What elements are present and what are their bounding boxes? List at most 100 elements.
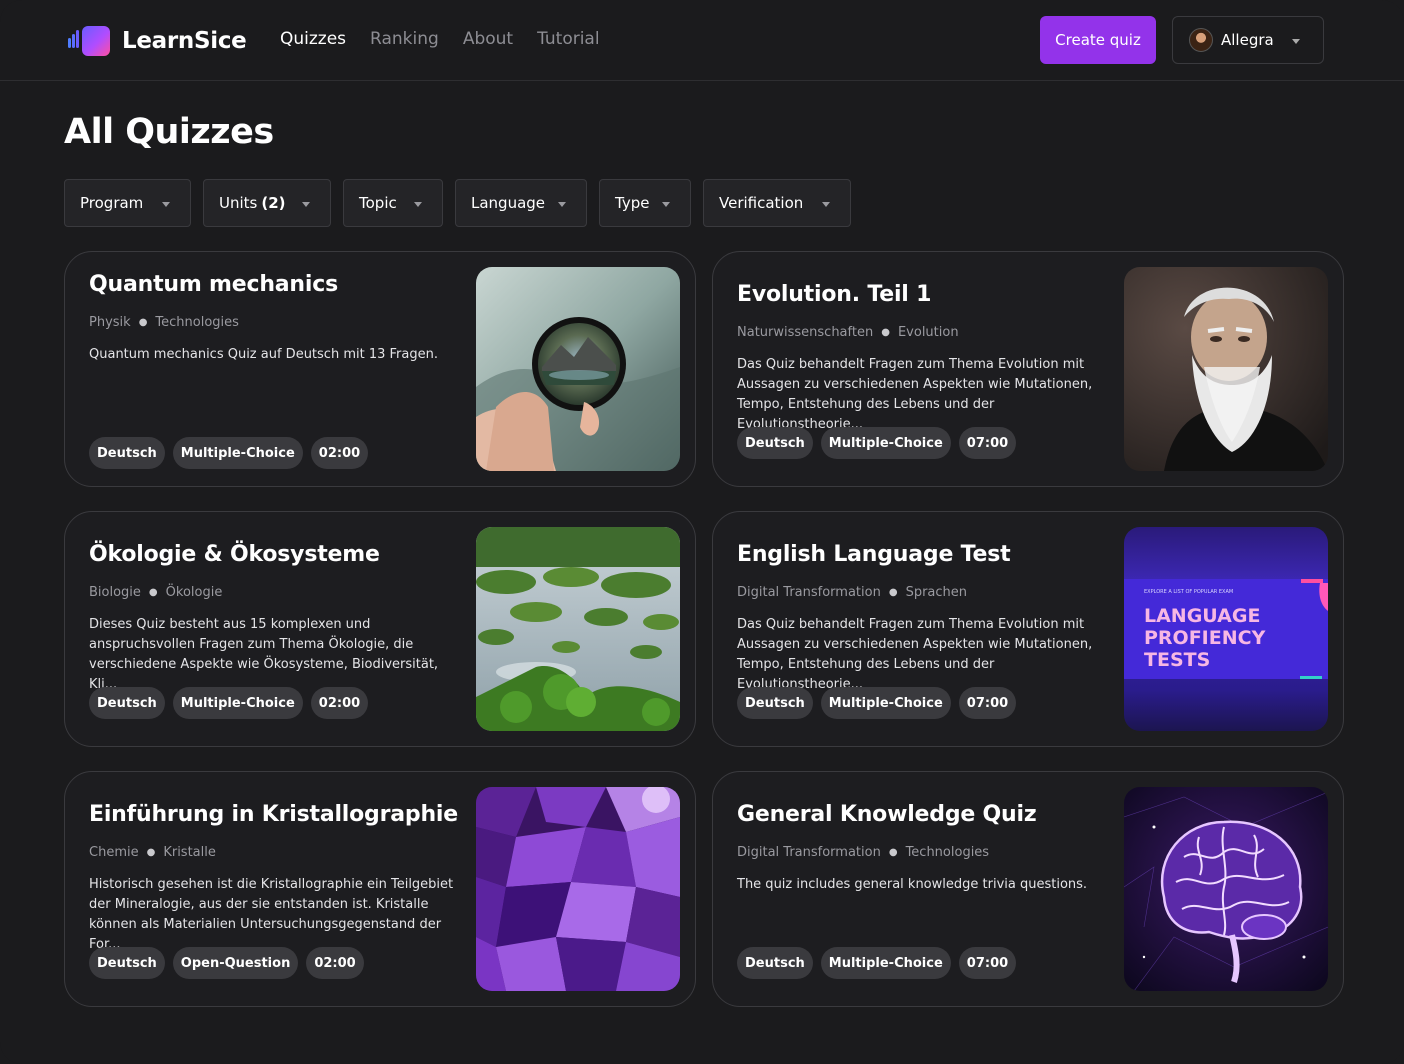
create-quiz-button[interactable]: Create quiz	[1040, 16, 1156, 64]
filter-units[interactable]: Units (2)	[203, 179, 331, 227]
quiz-card[interactable]: English Language Test Digital Transforma…	[712, 511, 1344, 747]
tag-duration: 02:00	[310, 687, 369, 719]
quiz-tags: Deutsch Multiple-Choice 07:00	[737, 427, 1017, 459]
nav-ranking[interactable]: Ranking	[370, 29, 439, 49]
tag-duration: 07:00	[958, 687, 1017, 719]
quiz-title: General Knowledge Quiz	[737, 802, 1037, 827]
quiz-meta: Digital Transformation ● Sprachen	[737, 585, 967, 600]
quiz-meta: Digital Transformation ● Technologies	[737, 845, 989, 860]
filter-verification[interactable]: Verification	[703, 179, 851, 227]
quiz-card[interactable]: Evolution. Teil 1 Naturwissenschaften ● …	[712, 251, 1344, 487]
quiz-meta: Physik ● Technologies	[89, 315, 239, 330]
bullet-icon: ●	[888, 847, 898, 858]
quiz-meta: Naturwissenschaften ● Evolution	[737, 325, 959, 340]
lens-landscape-image	[476, 267, 680, 471]
quiz-topic: Sprachen	[905, 585, 968, 600]
page-title: All Quizzes	[64, 112, 274, 152]
quiz-tags: Deutsch Multiple-Choice 07:00	[737, 947, 1017, 979]
tag-type: Multiple-Choice	[820, 427, 951, 459]
logo[interactable]: LearnSice	[68, 25, 247, 57]
logo-icon	[68, 25, 110, 57]
chevron-down-icon	[822, 202, 830, 207]
tag-language: Deutsch	[89, 437, 165, 469]
quiz-tags: Deutsch Multiple-Choice 07:00	[737, 687, 1017, 719]
language-tests-banner-image: EXPLORE A LIST OF POPULAR EXAM LANGUAGE …	[1124, 527, 1328, 731]
wetland-aerial-image	[476, 527, 680, 731]
filter-type[interactable]: Type	[599, 179, 691, 227]
quiz-card[interactable]: General Knowledge Quiz Digital Transform…	[712, 771, 1344, 1007]
quiz-title: Einführung in Kristallographie	[89, 802, 458, 827]
tag-type: Multiple-Choice	[820, 947, 951, 979]
tag-type: Multiple-Choice	[172, 437, 303, 469]
user-name: Allegra	[1221, 31, 1274, 49]
quiz-topic: Kristalle	[163, 845, 216, 860]
filter-language[interactable]: Language	[455, 179, 587, 227]
quiz-topic: Technologies	[155, 315, 239, 330]
quiz-category: Digital Transformation	[737, 585, 881, 600]
user-menu-button[interactable]: Allegra	[1172, 16, 1324, 64]
quiz-description: Historisch gesehen ist die Kristallograp…	[89, 877, 454, 952]
filter-label: Topic	[359, 194, 397, 212]
quiz-tags: Deutsch Open-Question 02:00	[89, 947, 364, 979]
filter-topic[interactable]: Topic	[343, 179, 443, 227]
chevron-down-icon	[302, 202, 310, 207]
quiz-category: Biologie	[89, 585, 141, 600]
quiz-card[interactable]: Quantum mechanics Physik ● Technologies …	[64, 251, 696, 487]
amethyst-crystal-image	[476, 787, 680, 991]
banner-line-1: LANGUAGE	[1144, 605, 1260, 627]
bearded-man-portrait-image	[1124, 267, 1328, 471]
quiz-title: Ökologie & Ökosysteme	[89, 542, 380, 567]
tag-duration: 07:00	[958, 947, 1017, 979]
banner-small-text: EXPLORE A LIST OF POPULAR EXAM	[1144, 589, 1233, 595]
top-navbar: LearnSice Quizzes Ranking About Tutorial…	[0, 0, 1404, 81]
tag-language: Deutsch	[89, 687, 165, 719]
filter-label: Program	[80, 194, 144, 212]
tag-type: Multiple-Choice	[172, 687, 303, 719]
nav-about[interactable]: About	[463, 29, 513, 49]
tag-duration: 02:00	[310, 437, 369, 469]
tag-language: Deutsch	[737, 427, 813, 459]
bullet-icon: ●	[888, 587, 898, 598]
quiz-category: Digital Transformation	[737, 845, 881, 860]
quiz-description: The quiz includes general knowledge triv…	[737, 877, 1088, 892]
bullet-icon: ●	[881, 327, 890, 338]
bullet-icon: ●	[138, 317, 148, 328]
nav-quizzes[interactable]: Quizzes	[280, 29, 346, 49]
filter-label: Verification	[719, 194, 804, 212]
chevron-down-icon	[414, 202, 422, 207]
tag-language: Deutsch	[737, 687, 813, 719]
quiz-meta: Chemie ● Kristalle	[89, 845, 216, 860]
quiz-description: Das Quiz behandelt Fragen zum Thema Evol…	[737, 617, 1093, 692]
bullet-icon: ●	[148, 587, 158, 598]
quiz-card[interactable]: Einführung in Kristallographie Chemie ● …	[64, 771, 696, 1007]
filter-program[interactable]: Program	[64, 179, 191, 227]
banner-line-2: PROFIENCY	[1144, 627, 1266, 649]
quiz-title: Evolution. Teil 1	[737, 282, 932, 307]
chevron-down-icon	[162, 202, 170, 207]
bullet-icon: ●	[146, 847, 156, 858]
banner-line-3: TESTS	[1144, 649, 1210, 671]
quiz-title: Quantum mechanics	[89, 272, 338, 297]
tag-type: Multiple-Choice	[820, 687, 951, 719]
filter-label: Type	[615, 194, 650, 212]
filter-label: Units	[219, 194, 258, 212]
quiz-topic: Ökologie	[165, 585, 223, 600]
nav-tutorial[interactable]: Tutorial	[537, 29, 600, 49]
tag-language: Deutsch	[89, 947, 165, 979]
avatar	[1189, 28, 1213, 52]
tag-language: Deutsch	[737, 947, 813, 979]
quiz-topic: Evolution	[897, 325, 959, 340]
app-name: LearnSice	[122, 28, 247, 54]
quiz-card[interactable]: Ökologie & Ökosysteme Biologie ● Ökologi…	[64, 511, 696, 747]
tag-duration: 07:00	[958, 427, 1017, 459]
chevron-down-icon	[1292, 39, 1300, 44]
chevron-down-icon	[558, 202, 566, 207]
app-window: LearnSice Quizzes Ranking About Tutorial…	[0, 0, 1404, 1064]
quiz-category: Naturwissenschaften	[737, 325, 874, 340]
tag-type: Open-Question	[172, 947, 299, 979]
quiz-title: English Language Test	[737, 542, 1011, 567]
quiz-category: Chemie	[89, 845, 139, 860]
chevron-down-icon	[662, 202, 670, 207]
tag-duration: 02:00	[306, 947, 364, 979]
quiz-description: Dieses Quiz besteht aus 15 komplexen und…	[89, 617, 439, 692]
